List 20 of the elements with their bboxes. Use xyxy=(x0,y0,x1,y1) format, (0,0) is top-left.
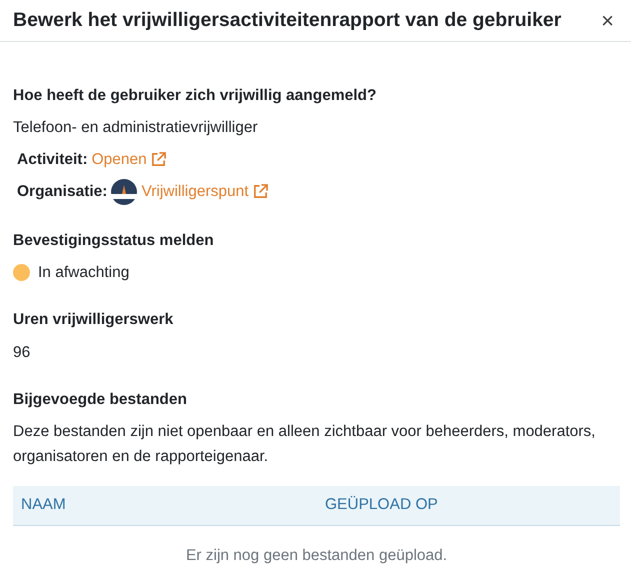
section-heading: Uren vrijwilligerswerk xyxy=(13,310,174,330)
status-label: In afwachting xyxy=(38,263,130,283)
external-link[interactable]: Openen xyxy=(92,148,166,171)
external-link-icon xyxy=(252,184,268,200)
external-link[interactable]: Vrijwilligerspunt xyxy=(141,180,268,204)
hours-value: 96 xyxy=(13,342,32,362)
external-link-icon xyxy=(150,152,166,167)
section-heading: Bevestigingsstatus melden xyxy=(13,230,215,251)
signup-value: Telefoon- en administratievrijwilliger xyxy=(13,118,259,138)
dialog-title: Bewerk het vrijwilligersactiviteitenrapport van de gebruiker xyxy=(13,8,562,32)
files-note: Deze bestanden zijn niet openbaar en alleen zichtbaar voor beheerders, moderators, organisatoren en de rapporteigenaar. xyxy=(13,422,596,467)
close-button[interactable]: × xyxy=(597,10,618,32)
section-heading: Hoe heeft de gebruiker zich vrijwillig aangemeld? xyxy=(13,86,378,106)
logo-icon xyxy=(111,178,138,205)
column-header: NAAM xyxy=(20,495,67,516)
column-header: GEÜPLOAD OP xyxy=(325,495,438,516)
field-label: Organisatie: xyxy=(17,182,108,202)
section-heading: Bijgevoegde bestanden xyxy=(13,390,188,410)
field-label: Activiteit: xyxy=(17,150,88,170)
empty-message: Er zijn nog geen bestanden geüpload. xyxy=(184,546,448,566)
